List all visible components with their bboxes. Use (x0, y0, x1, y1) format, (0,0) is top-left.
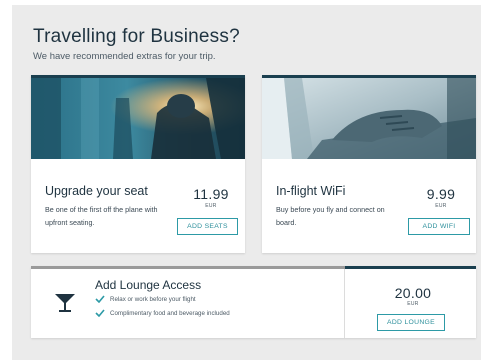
price-value: 20.00 (394, 285, 432, 301)
card-accent-bar (31, 266, 345, 269)
page-title: Travelling for Business? (33, 26, 240, 47)
aircraft-cabin-photo (31, 78, 245, 159)
price-currency: EUR (205, 203, 217, 209)
lounge-title: Add Lounge Access (95, 278, 202, 292)
card-description: Buy before you fly and connect on board. (276, 205, 385, 227)
price-currency: EUR (407, 301, 419, 307)
card-title: Upgrade your seat (45, 184, 148, 198)
checkmark-icon (95, 309, 105, 317)
benefit-item: Relax or work before your flight (95, 295, 196, 303)
benefit-text: Relax or work before your flight (110, 295, 196, 303)
add-lounge-button[interactable]: ADD LOUNGE (377, 314, 445, 331)
card-accent-bar-price (345, 266, 476, 269)
upgrade-seat-card: Upgrade your seat Be one of the first of… (31, 75, 245, 253)
cocktail-glass-icon (55, 294, 75, 312)
inflight-wifi-card: In-flight WiFi Buy before you fly and co… (262, 75, 476, 253)
price-value: 11.99 (193, 186, 229, 202)
card-title: In-flight WiFi (276, 184, 346, 198)
lounge-access-card: Add Lounge Access Relax or work before y… (31, 266, 476, 338)
price-value: 9.99 (426, 186, 456, 202)
add-wifi-button[interactable]: ADD WIFI (408, 218, 470, 235)
laptop-typing-photo (262, 78, 476, 159)
price-currency: EUR (435, 203, 447, 209)
benefit-item: Complimentary food and beverage included (95, 309, 230, 317)
add-seats-button[interactable]: ADD SEATS (177, 218, 238, 235)
benefit-text: Complimentary food and beverage included (110, 309, 230, 317)
page-subtitle: We have recommended extras for your trip… (33, 51, 216, 62)
checkmark-icon (95, 295, 105, 303)
card-divider (344, 269, 345, 338)
card-description: Be one of the first off the plane with u… (45, 205, 158, 227)
